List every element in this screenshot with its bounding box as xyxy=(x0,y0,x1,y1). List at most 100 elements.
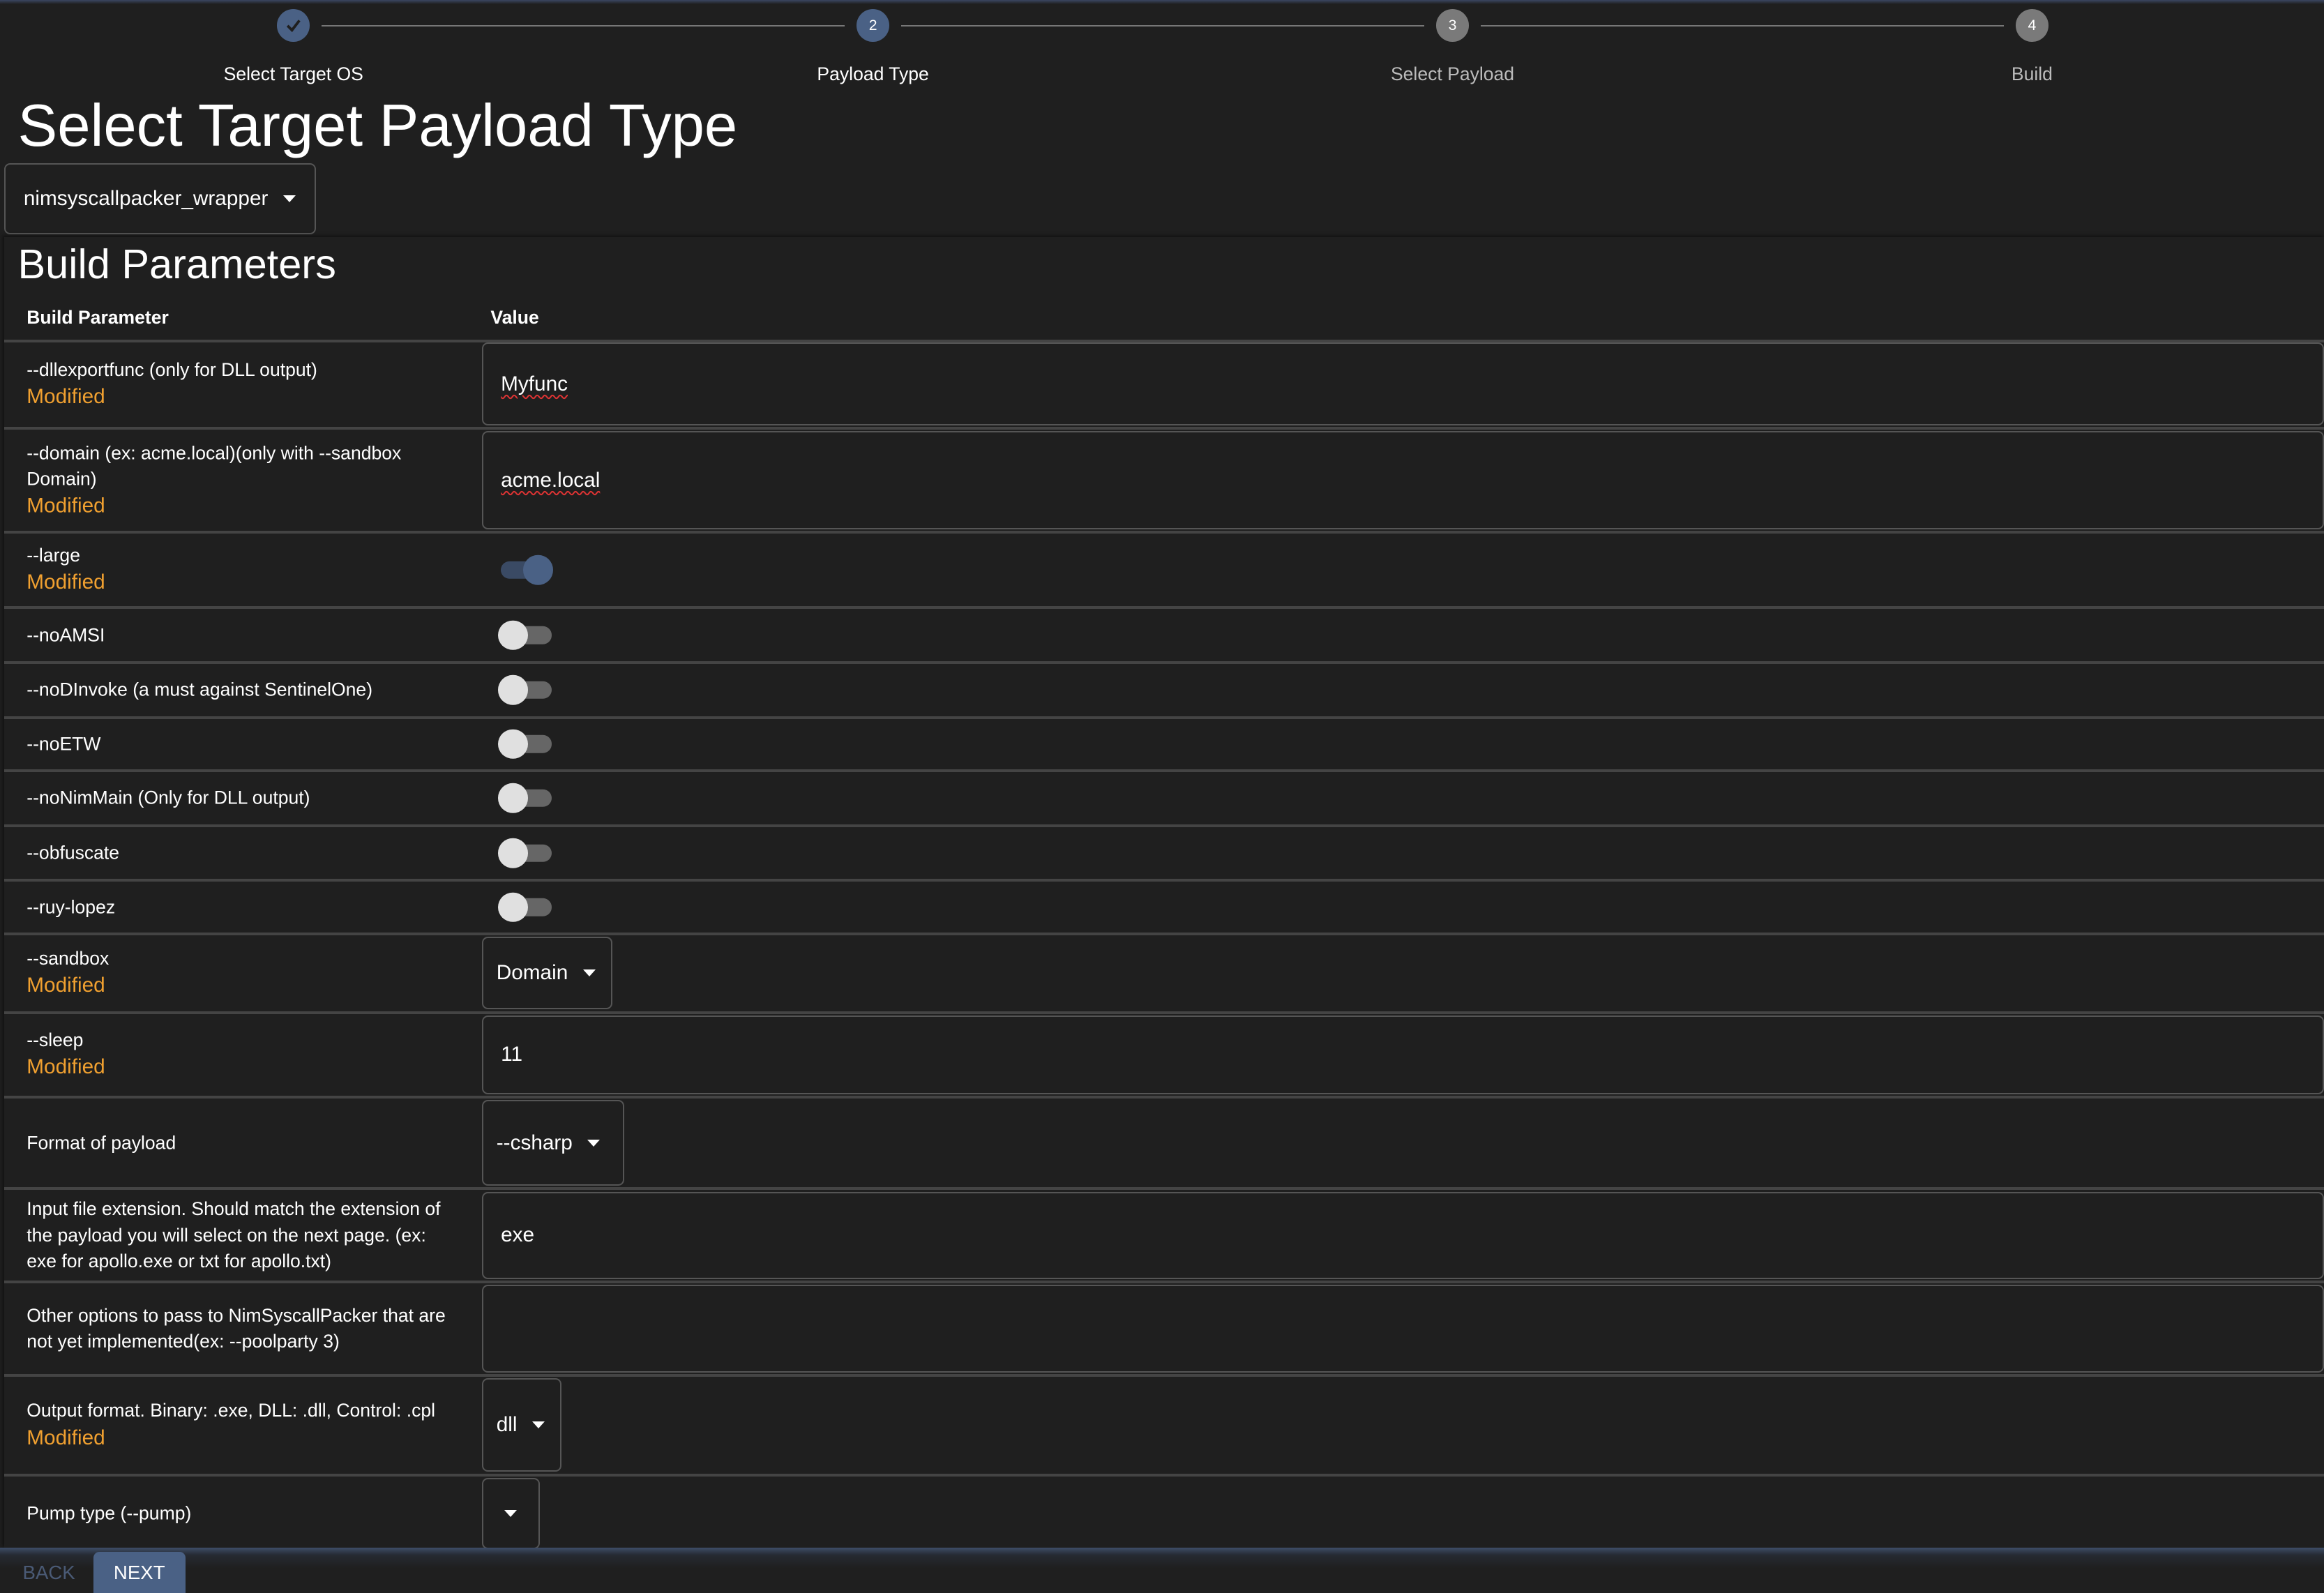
table-row: Pump type (--pump) xyxy=(4,1477,2324,1553)
modified-label: Modified xyxy=(27,974,105,997)
parameter-cell: Format of payload xyxy=(27,1130,456,1156)
toggle-knob xyxy=(498,783,528,813)
input-value: exe xyxy=(501,1223,535,1247)
parameter-name: --domain (ex: acme.local)(only with --sa… xyxy=(27,442,402,490)
parameter-value-input[interactable]: Myfunc xyxy=(481,342,2324,426)
parameter-cell: --obfuscate xyxy=(27,840,456,866)
step-number: 2 xyxy=(857,8,889,42)
parameter-value-input[interactable] xyxy=(481,1285,2324,1373)
payload-type-value: nimsyscallpacker_wrapper xyxy=(23,186,269,210)
table-row: Other options to pass to NimSyscallPacke… xyxy=(4,1283,2324,1377)
toggle-knob xyxy=(523,554,553,585)
parameter-cell: Pump type (--pump) xyxy=(27,1500,456,1526)
parameter-name: --noNimMain (Only for DLL output) xyxy=(27,787,310,808)
parameter-toggle[interactable] xyxy=(498,783,552,813)
payload-wizard: Select Target OS 2 Payload Type 3 Select… xyxy=(0,0,2324,1593)
input-value: Myfunc xyxy=(501,372,568,395)
parameter-name: Output format. Binary: .exe, DLL: .dll, … xyxy=(27,1400,436,1421)
parameter-cell: --ruy-lopez xyxy=(27,894,456,920)
caret-down-icon xyxy=(582,969,596,976)
table-row: --noETW xyxy=(4,719,2324,773)
table-row: --sleep Modified 11 xyxy=(4,1014,2324,1099)
table-row: --noDInvoke (a must against SentinelOne) xyxy=(4,664,2324,719)
step-number: 4 xyxy=(2016,8,2048,42)
toggle-knob xyxy=(498,620,528,650)
parameter-select[interactable] xyxy=(481,1477,540,1549)
parameter-toggle[interactable] xyxy=(498,675,552,705)
toggle-knob xyxy=(498,675,528,705)
parameter-cell: --large Modified xyxy=(27,543,456,597)
step-build[interactable]: 4 Build xyxy=(1884,8,2180,86)
parameter-toggle[interactable] xyxy=(498,892,552,922)
parameter-toggle[interactable] xyxy=(498,838,552,868)
section-title: Build Parameters xyxy=(17,241,336,288)
step-select-target-os[interactable]: Select Target OS xyxy=(145,8,442,86)
column-header-parameter: Build Parameter xyxy=(27,306,169,328)
parameter-name: Other options to pass to NimSyscallPacke… xyxy=(27,1305,446,1352)
table-row: --domain (ex: acme.local)(only with --sa… xyxy=(4,430,2324,534)
parameter-name: --noAMSI xyxy=(27,624,105,646)
back-button[interactable]: BACK xyxy=(4,1552,93,1593)
parameter-cell: --noDInvoke (a must against SentinelOne) xyxy=(27,677,456,703)
parameter-cell: Other options to pass to NimSyscallPacke… xyxy=(27,1303,456,1354)
table-row: --dllexportfunc (only for DLL output) Mod… xyxy=(4,341,2324,430)
table-row: --noNimMain (Only for DLL output) xyxy=(4,772,2324,827)
parameter-toggle[interactable] xyxy=(498,620,552,650)
table-row: --sandbox Modified Domain xyxy=(4,935,2324,1014)
parameter-select[interactable]: --csharp xyxy=(481,1099,624,1186)
parameter-select[interactable]: Domain xyxy=(481,937,612,1010)
modified-label: Modified xyxy=(27,571,105,594)
modified-label: Modified xyxy=(27,1426,105,1449)
modified-label: Modified xyxy=(27,494,105,518)
column-header-value: Value xyxy=(490,306,539,328)
parameter-select[interactable]: dll xyxy=(481,1378,562,1472)
payload-type-select[interactable]: nimsyscallpacker_wrapper xyxy=(4,163,316,234)
select-value: --csharp xyxy=(496,1131,573,1154)
table-header: Build Parameter Value xyxy=(4,296,2324,342)
table-row: Output format. Binary: .exe, DLL: .dll, … xyxy=(4,1377,2324,1477)
table-row: Format of payload --csharp xyxy=(4,1099,2324,1191)
table-row: --obfuscate xyxy=(4,827,2324,882)
parameter-toggle[interactable] xyxy=(498,554,553,585)
build-parameters-panel: Build Parameters Build Parameter Value -… xyxy=(4,237,2324,1553)
parameter-name: --dllexportfunc (only for DLL output) xyxy=(27,358,317,380)
parameter-value-input[interactable]: acme.local xyxy=(481,431,2324,529)
parameters-table-body: --dllexportfunc (only for DLL output) Mod… xyxy=(4,341,2324,1553)
input-value: 11 xyxy=(501,1043,523,1066)
step-label: Payload Type xyxy=(817,63,929,85)
parameter-cell: --sleep Modified xyxy=(27,1027,456,1082)
step-payload-type[interactable]: 2 Payload Type xyxy=(725,8,1021,86)
parameter-cell: --noETW xyxy=(27,731,456,757)
parameter-cell: Output format. Binary: .exe, DLL: .dll, … xyxy=(27,1398,456,1453)
parameter-name: --obfuscate xyxy=(27,842,120,863)
select-value: Domain xyxy=(496,961,568,985)
caret-down-icon xyxy=(531,1421,545,1428)
table-row: --ruy-lopez xyxy=(4,882,2324,935)
caret-down-icon xyxy=(587,1139,601,1147)
parameter-cell: --noAMSI xyxy=(27,622,456,648)
parameter-name: --large xyxy=(27,545,80,566)
parameter-name: --noDInvoke (a must against SentinelOne) xyxy=(27,679,373,700)
parameter-cell: --noNimMain (Only for DLL output) xyxy=(27,785,456,811)
modified-label: Modified xyxy=(27,384,105,408)
parameter-name: Input file extension. Should match the e… xyxy=(27,1198,441,1271)
parameter-cell: --sandbox Modified xyxy=(27,946,456,1000)
parameter-value-input[interactable]: exe xyxy=(481,1191,2324,1280)
next-button[interactable]: NEXT xyxy=(93,1551,186,1593)
parameter-cell: --domain (ex: acme.local)(only with --sa… xyxy=(27,440,456,520)
parameter-name: Pump type (--pump) xyxy=(27,1502,192,1524)
parameter-name: Format of payload xyxy=(27,1131,176,1153)
parameter-toggle[interactable] xyxy=(498,729,552,760)
table-row: --large Modified xyxy=(4,534,2324,610)
parameter-cell: Input file extension. Should match the e… xyxy=(27,1197,456,1275)
top-bar xyxy=(0,0,2324,5)
table-row: --noAMSI xyxy=(4,609,2324,664)
step-label: Select Target OS xyxy=(223,63,363,85)
step-number: 3 xyxy=(1436,8,1469,42)
parameter-value-input[interactable]: 11 xyxy=(481,1015,2324,1094)
toggle-knob xyxy=(498,838,528,868)
caret-down-icon xyxy=(504,1509,518,1517)
modified-label: Modified xyxy=(27,1055,105,1079)
step-select-payload[interactable]: 3 Select Payload xyxy=(1304,8,1601,86)
step-label: Select Payload xyxy=(1390,63,1515,85)
